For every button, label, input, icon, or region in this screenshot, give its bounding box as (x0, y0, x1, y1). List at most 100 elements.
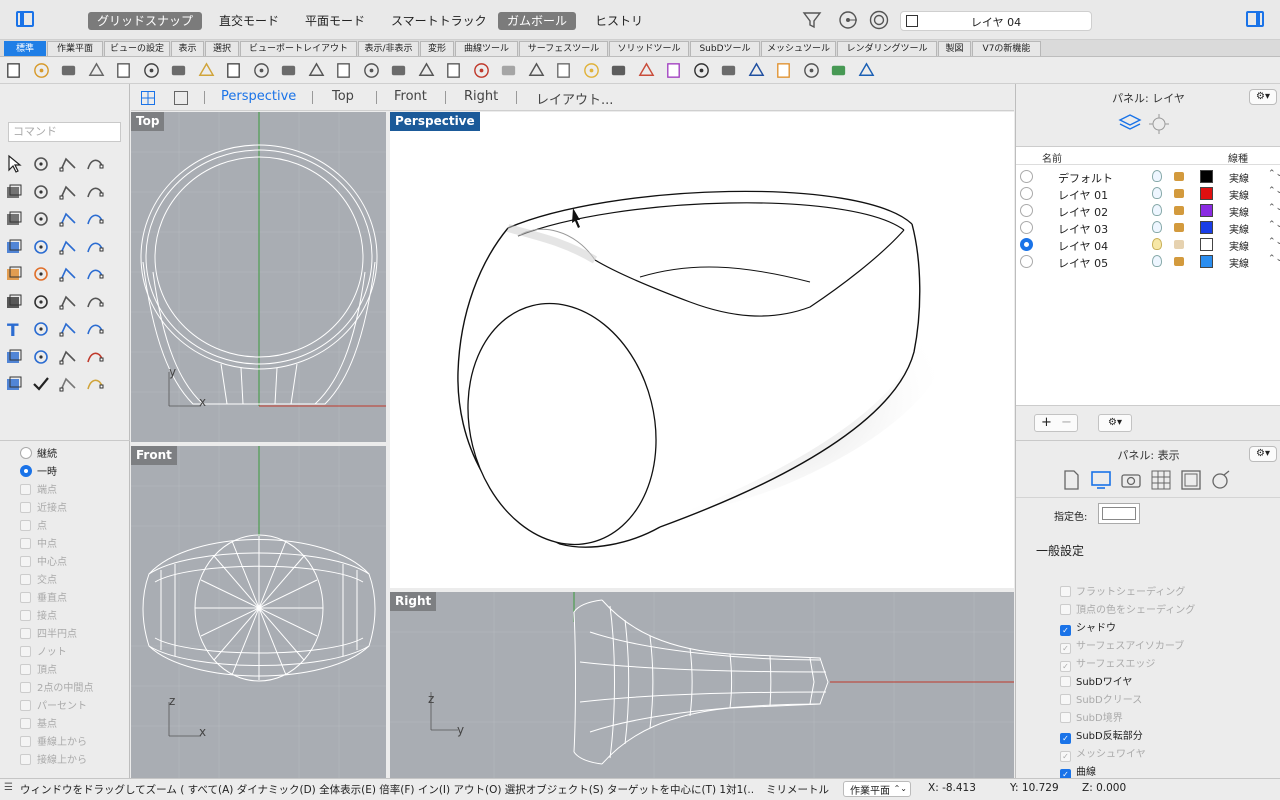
sphere-tool-icon[interactable] (31, 237, 51, 257)
toolbar-tab[interactable]: 標準 (4, 41, 46, 56)
help-icon[interactable] (857, 61, 876, 80)
display-color-swatch[interactable] (1098, 503, 1140, 524)
toolbar-tab[interactable]: 表示 (171, 41, 204, 56)
viewport-front[interactable]: Front z x (131, 446, 386, 778)
toolbar-tab[interactable]: メッシュツール (761, 41, 836, 56)
toolbar-tab[interactable]: 曲線ツール (455, 41, 518, 56)
toolbar-tab[interactable]: ソリッドツール (609, 41, 689, 56)
osnap-item[interactable]: 接線上から (20, 753, 87, 769)
circle-icon[interactable] (4, 182, 24, 202)
layer-color-swatch[interactable] (1200, 187, 1213, 200)
layer-color-swatch[interactable] (1200, 204, 1213, 217)
layer-linetype[interactable]: 実線 (1229, 170, 1249, 185)
matrix-icon[interactable] (58, 347, 78, 367)
save-icon[interactable] (59, 61, 78, 80)
lightbulb-icon[interactable] (1152, 221, 1162, 233)
layer-color-swatch[interactable] (1200, 238, 1213, 251)
units-label[interactable]: ミリメートル (766, 782, 829, 797)
document-icon[interactable] (1060, 469, 1082, 491)
zoom-icon[interactable] (307, 61, 326, 80)
display-option[interactable]: SubD境界 (1060, 710, 1123, 728)
boolean-icon[interactable] (31, 264, 51, 284)
mode-gumball[interactable]: ガムボール (498, 12, 577, 30)
check-icon[interactable] (31, 374, 51, 394)
sphere-icon[interactable] (692, 61, 711, 80)
lightbulb-icon[interactable] (1152, 204, 1162, 216)
target-icon[interactable] (829, 61, 848, 80)
layer-row[interactable]: レイヤ 03 実線 ⌃⌄ (1016, 219, 1280, 236)
export-icon[interactable] (114, 61, 133, 80)
osnap-item[interactable]: 点 (20, 519, 47, 535)
pen-icon[interactable] (774, 61, 793, 80)
display-option[interactable]: ✓ サーフェスエッジ (1060, 656, 1155, 674)
select-arrow-icon[interactable] (4, 154, 24, 174)
curve-icon[interactable] (85, 154, 105, 174)
tab-layout[interactable]: レイアウト... (536, 89, 613, 108)
lightbulb-icon[interactable] (1152, 238, 1162, 250)
align-icon[interactable] (58, 319, 78, 339)
viewport-right[interactable]: Right z y (390, 592, 1014, 778)
toolbar-tab[interactable]: 製図 (938, 41, 971, 56)
globe-icon[interactable] (747, 61, 766, 80)
zoom-extents-icon[interactable] (362, 61, 381, 80)
dimension-icon[interactable] (85, 319, 105, 339)
gumball-icon[interactable] (527, 61, 546, 80)
point-icon[interactable] (31, 154, 51, 174)
osnap-item[interactable]: 垂線上から (20, 735, 87, 751)
layer-row[interactable]: レイヤ 01 実線 ⌃⌄ (1016, 185, 1280, 202)
tree-view-icon[interactable] (1148, 113, 1170, 135)
layer-panel-gear-icon[interactable]: ⚙▾ (1249, 89, 1277, 105)
cylinder-icon[interactable] (58, 237, 78, 257)
patch-icon[interactable] (85, 209, 105, 229)
display-panel-gear-icon[interactable]: ⚙▾ (1249, 446, 1277, 462)
box-icon[interactable] (4, 237, 24, 257)
pan-hand-icon[interactable] (252, 61, 271, 80)
layer-linetype[interactable]: 実線 (1229, 187, 1249, 202)
lock-icon[interactable] (1174, 172, 1184, 181)
explode-icon[interactable] (4, 264, 24, 284)
osnap-item[interactable]: 頂点 (20, 663, 57, 679)
osnap-item[interactable]: 中心点 (20, 555, 67, 571)
osnap-mode-persistent[interactable]: 継続 (20, 447, 57, 463)
display-option[interactable]: 頂点の色をシェーディング (1060, 602, 1195, 620)
cut-icon[interactable] (142, 61, 161, 80)
layer-linetype[interactable]: 実線 (1229, 255, 1249, 270)
layers-tab-icon[interactable] (1118, 113, 1142, 133)
frame-icon[interactable] (1180, 469, 1202, 491)
layer-row[interactable]: レイヤ 04 実線 ⌃⌄ (1016, 236, 1280, 253)
viewport-top[interactable]: Top y x (131, 112, 386, 442)
osnap-item[interactable]: 近接点 (20, 501, 67, 517)
mode-grid-snap[interactable]: グリッドスナップ (88, 12, 203, 30)
zoom-selected-icon[interactable] (389, 61, 408, 80)
polygon-icon[interactable] (4, 209, 24, 229)
lock-icon[interactable] (609, 61, 628, 80)
osnap-item[interactable]: パーセント (20, 699, 87, 715)
display-option[interactable]: ✓ SubD反転部分 (1060, 728, 1143, 746)
lock-icon[interactable] (1174, 257, 1184, 266)
right-sidebar-toggle-icon[interactable] (1244, 8, 1266, 30)
rotate-view-icon[interactable] (279, 61, 298, 80)
display-icon[interactable] (1090, 469, 1112, 491)
layer-linetype[interactable]: 実線 (1229, 204, 1249, 219)
mode-history[interactable]: ヒストリ (586, 12, 652, 30)
tab-top[interactable]: Top (332, 89, 354, 104)
move-icon[interactable] (31, 319, 51, 339)
record-history-icon[interactable] (869, 10, 889, 30)
ellipse-icon[interactable] (31, 182, 51, 202)
extrude-icon[interactable] (85, 237, 105, 257)
render-icon[interactable] (719, 61, 738, 80)
lock-icon[interactable] (1174, 223, 1184, 232)
osnap-item[interactable]: 2点の中間点 (20, 681, 93, 697)
osnap-mode-temporary[interactable]: 一時 (20, 465, 57, 481)
osnap-item[interactable]: 垂直点 (20, 591, 67, 607)
layer-color-swatch[interactable] (1200, 221, 1213, 234)
toolbar-tab[interactable]: ビューポートレイアウト (240, 41, 357, 56)
trim-icon[interactable] (58, 264, 78, 284)
hierarchy-icon[interactable] (802, 61, 821, 80)
osnap-item[interactable]: 基点 (20, 717, 57, 733)
layer-linetype[interactable]: 実線 (1229, 238, 1249, 253)
toolbar-tab[interactable]: 変形 (420, 41, 454, 56)
current-layer-radio[interactable] (1020, 204, 1033, 217)
current-layer-radio[interactable] (1020, 170, 1033, 183)
toolbar-tab[interactable]: ビューの設定 (104, 41, 170, 56)
